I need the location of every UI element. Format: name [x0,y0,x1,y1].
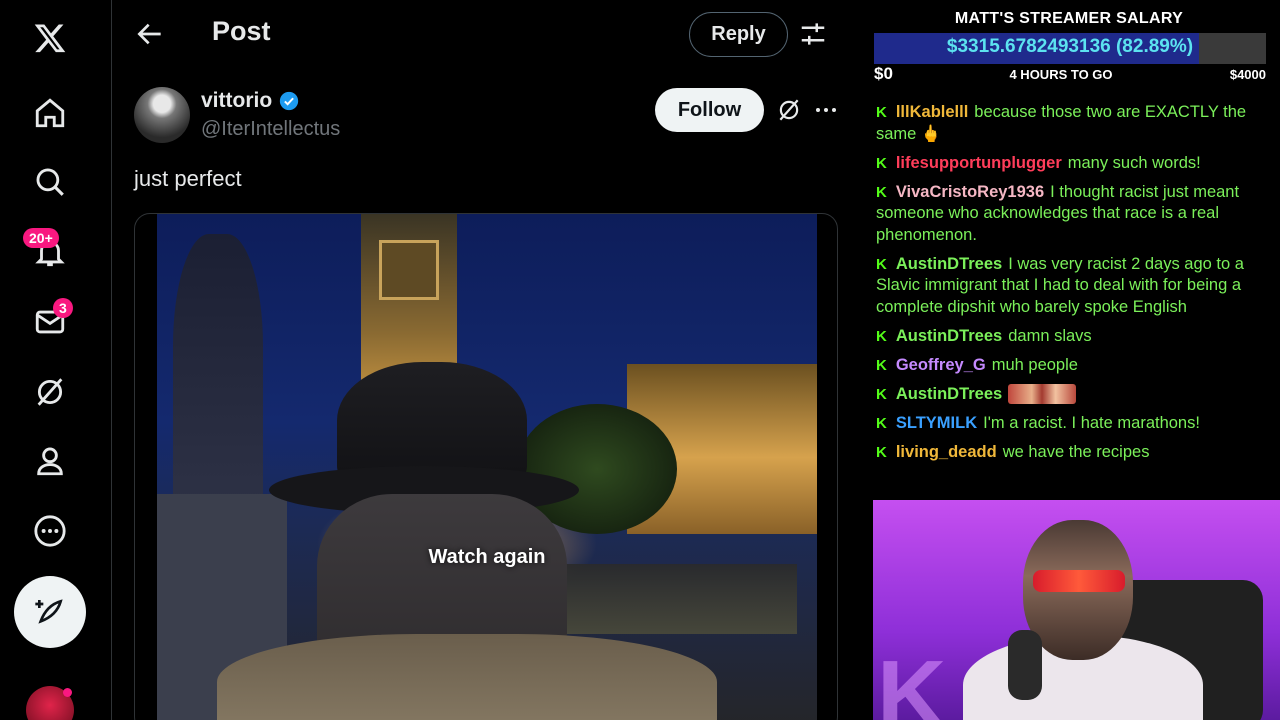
chat-text: damn slavs [1008,326,1092,345]
chat-username[interactable]: living_deadd [896,443,997,461]
kick-badge-icon: K [876,414,887,432]
back-arrow-icon[interactable] [134,18,166,50]
chat-text: we have the recipes [1002,442,1150,461]
stream-overlay: MATT'S STREAMER SALARY $3315.6782493136 … [858,0,1280,720]
notifications-badge: 20+ [23,228,59,248]
salary-progress-bar: $3315.6782493136 (82.89%) [874,33,1266,64]
chat-username[interactable]: VivaCristoRey1936 [896,183,1044,201]
chat-text: many such words! [1067,153,1201,172]
salary-title: MATT'S STREAMER SALARY [954,10,1184,27]
compose-post-icon [35,599,63,624]
chat-message: Kliving_deadd we have the recipes [876,442,1270,464]
reply-button[interactable]: Reply [689,12,788,57]
kick-logo: K [877,641,947,720]
author-avatar[interactable] [134,87,190,143]
profile-icon[interactable] [22,433,78,489]
clock-face-image [379,240,439,300]
x-logo-icon[interactable] [22,10,78,66]
left-navigation: 20+ 3 [0,0,112,720]
chat-text: I'm a racist. I hate marathons! [983,413,1200,432]
microphone-image [1008,630,1042,700]
kick-badge-icon: K [876,385,887,403]
stream-chat: KlllKablelll because those two are EXACTL… [876,102,1270,471]
watch-again-button[interactable]: Watch again [157,546,817,569]
account-avatar[interactable] [26,686,74,720]
chat-message: K SLTYMILK I'm a racist. I hate marathons! [876,413,1270,435]
kick-badge-icon: K [876,255,887,273]
follow-button[interactable]: Follow [655,88,764,132]
chat-message: K VivaCristoRey1936 I thought racist just … [876,182,1270,247]
salary-time-label: 4 HOURS TO GO [1009,67,1113,82]
kick-badge-icon: K [876,104,887,121]
chat-username[interactable]: AustinDTrees [896,385,1002,403]
author-name: vittorio [201,89,273,112]
settings-sliders-icon[interactable] [798,18,828,50]
search-icon[interactable] [22,154,78,210]
webcam-feed: K [873,500,1280,720]
video-frame[interactable]: Watch again [157,214,817,720]
chat-username[interactable]: AustinDTrees [896,327,1002,345]
coat-image [217,634,717,720]
chat-text: muh people [991,355,1078,374]
statue-image [173,234,263,514]
chat-username[interactable]: lifesupportunplugger [896,154,1062,172]
author-name-row[interactable]: vittorio [201,89,300,113]
salary-max-label: $4000 [1229,67,1266,82]
chat-username[interactable]: lllKablelll [896,103,968,121]
kick-badge-icon: K [876,154,887,172]
chat-emote-image [1008,384,1077,405]
chat-message: K Geoffrey_G muh people [876,355,1270,377]
messages-badge: 3 [53,298,73,318]
chat-username[interactable]: Geoffrey_G [896,356,986,374]
salary-value: $3315.6782493136 (82.89%) [946,36,1194,57]
chat-message: Klifesupportunplugger many such words! [876,153,1270,175]
chat-message: KlllKablelll because those two are EXACTL… [876,102,1270,145]
post-video[interactable]: Watch again [134,213,838,720]
chat-username[interactable]: AustinDTrees [896,255,1002,273]
verified-badge-icon [280,91,299,111]
chat-message: K AustinDTrees damn slavs [876,326,1270,348]
chat-message: K AustinDTrees I was very racist 2 days ag… [876,254,1270,319]
post-column: Post Reply vittorio @IterIntellectus Fol… [112,0,858,720]
post-more-icon[interactable] [814,100,838,120]
post-text: just perfect [134,166,242,191]
grok-icon[interactable] [22,364,78,420]
chat-message: K AustinDTrees [876,384,1270,406]
kick-badge-icon: K [876,443,887,461]
compose-post-button[interactable] [14,576,86,648]
page-title: Post [212,16,271,46]
author-handle[interactable]: @IterIntellectus [201,118,340,141]
sunglasses-image [1033,570,1125,592]
more-options-icon[interactable] [22,503,78,559]
home-icon[interactable] [22,85,78,141]
grok-explain-icon[interactable] [776,96,802,124]
kick-badge-icon: K [876,183,887,201]
chat-username[interactable]: SLTYMILK [896,414,977,432]
kick-badge-icon: K [876,327,887,345]
post-header: Post Reply [112,0,858,68]
kick-badge-icon: K [876,356,887,374]
crowd-image [557,564,797,634]
